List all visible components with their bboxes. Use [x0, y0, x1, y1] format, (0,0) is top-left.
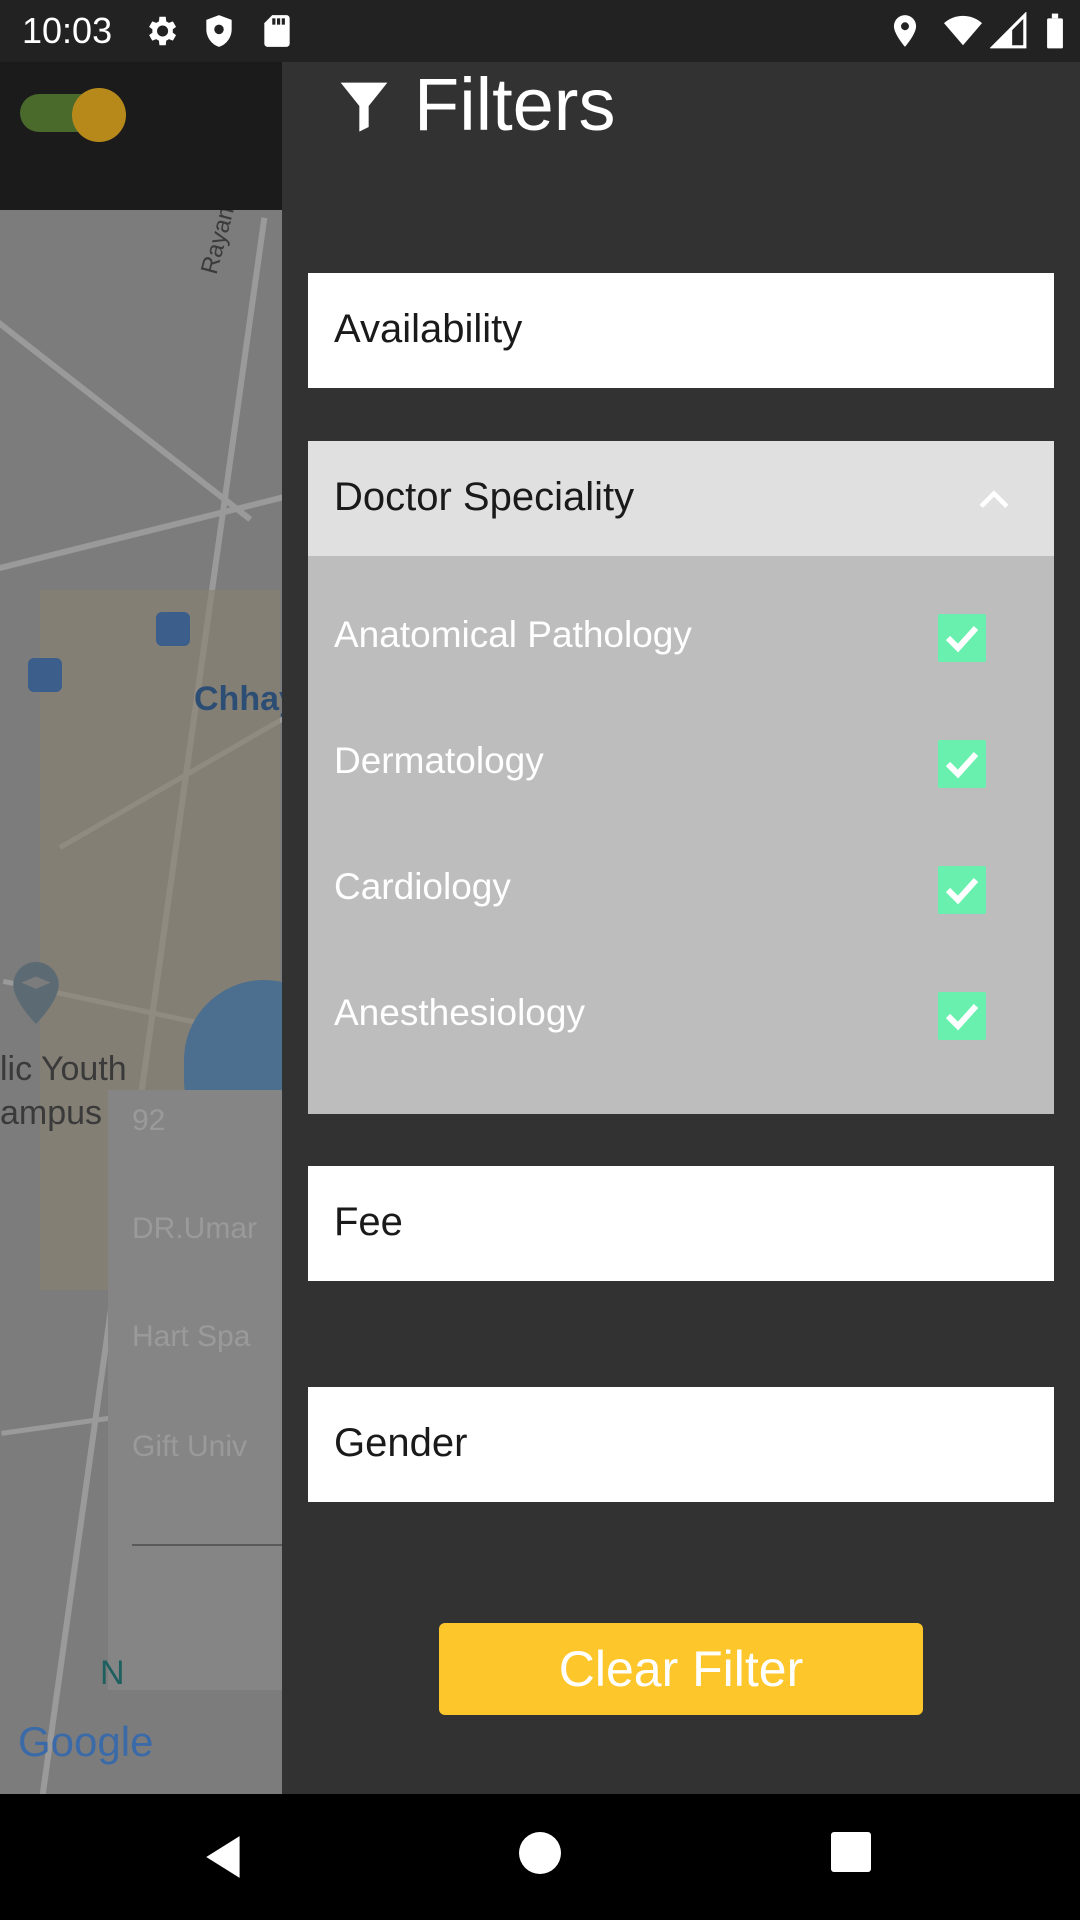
- shield-icon: [200, 12, 238, 50]
- bus-stop-icon: [156, 612, 190, 646]
- speciality-option-label: Cardiology: [334, 866, 511, 907]
- gear-icon: [142, 12, 180, 50]
- map-place-label: ampus: [0, 1094, 103, 1132]
- speciality-checkbox[interactable]: [938, 866, 986, 914]
- wifi-icon: [944, 12, 982, 50]
- speciality-option[interactable]: Dermatology: [308, 702, 1054, 828]
- speciality-option[interactable]: Cardiology: [308, 828, 1054, 954]
- doctor-info-card[interactable]: 92 DR.Umar Hart Spa Gift Univ: [108, 1090, 282, 1690]
- gender-section-header[interactable]: Gender: [308, 1387, 1054, 1502]
- clear-filter-button[interactable]: Clear Filter: [439, 1623, 923, 1715]
- battery-icon: [1036, 12, 1074, 50]
- speciality-option-label: Dermatology: [334, 740, 544, 781]
- bus-stop-icon: [28, 658, 62, 692]
- doctor-card-name: DR.Umar: [132, 1212, 257, 1245]
- recents-icon[interactable]: [831, 1832, 871, 1872]
- speciality-options-list: Anatomical Pathology Dermatology Cardiol…: [308, 556, 1054, 1114]
- status-time: 10:03: [22, 10, 113, 51]
- doctor-card-text: Hart Spa: [132, 1320, 251, 1353]
- availability-toggle-thumb[interactable]: [72, 88, 126, 142]
- status-bar: 10:03: [0, 0, 1080, 62]
- speciality-checkbox[interactable]: [938, 740, 986, 788]
- speciality-option-label: Anatomical Pathology: [334, 614, 692, 655]
- filter-drawer: Filters Availability Doctor Speciality A…: [282, 62, 1080, 1794]
- signal-icon: [989, 11, 1028, 50]
- section-label: Availability: [334, 307, 523, 351]
- card-divider: [132, 1544, 282, 1546]
- speciality-checkbox[interactable]: [938, 614, 986, 662]
- section-label: Gender: [334, 1421, 468, 1465]
- section-label: Fee: [334, 1200, 403, 1244]
- chevron-up-icon[interactable]: [972, 477, 1016, 521]
- school-pin-icon: [10, 962, 62, 1024]
- home-icon[interactable]: [519, 1832, 561, 1874]
- map-street-label: Rayamajhi M: [196, 210, 259, 277]
- fee-section-header[interactable]: Fee: [308, 1166, 1054, 1281]
- doctor-card-text: 92: [132, 1104, 166, 1137]
- location-icon: [886, 12, 924, 50]
- back-icon[interactable]: [200, 1832, 250, 1882]
- speciality-option-label: Anesthesiology: [334, 992, 585, 1033]
- map-area-label: Chhay: [194, 680, 282, 718]
- speciality-option[interactable]: Anatomical Pathology: [308, 576, 1054, 702]
- section-label: Doctor Speciality: [334, 475, 635, 519]
- speciality-option[interactable]: Anesthesiology: [308, 954, 1054, 1080]
- filter-icon: [336, 76, 392, 136]
- speciality-checkbox[interactable]: [938, 992, 986, 1040]
- map-view[interactable]: Rayamajhi M Chhay lic Youth ampus 92 DR.…: [0, 210, 282, 1794]
- navigation-bar: [0, 1794, 1080, 1920]
- app-bar: [0, 62, 282, 210]
- availability-section-header[interactable]: Availability: [308, 273, 1054, 388]
- drawer-title: Filters: [414, 63, 616, 146]
- map-place-label: lic Youth: [0, 1050, 127, 1088]
- map-bottom-label: N: [100, 1654, 125, 1692]
- sd-card-icon: [258, 12, 296, 50]
- doctor-speciality-section-header[interactable]: Doctor Speciality: [308, 441, 1054, 556]
- doctor-card-text: Gift Univ: [132, 1430, 248, 1463]
- google-logo: Google: [18, 1718, 154, 1765]
